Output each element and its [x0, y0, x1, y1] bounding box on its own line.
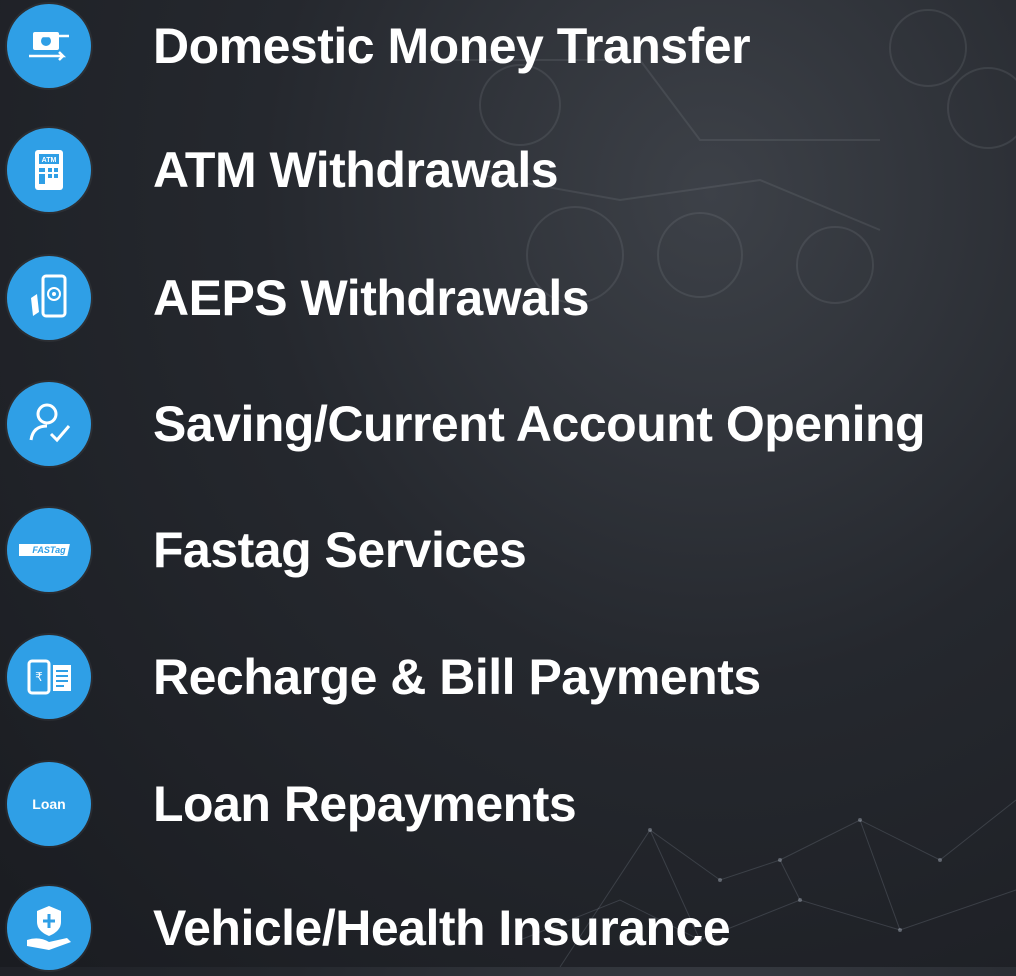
insurance-shield-hand-icon — [7, 886, 91, 970]
service-row-account-opening: Saving/Current Account Opening — [0, 382, 1016, 472]
service-label: Domestic Money Transfer — [153, 18, 751, 74]
fastag-icon-text: FASTag — [32, 545, 66, 555]
svg-text:₹: ₹ — [35, 670, 43, 684]
atm-icon-text: ATM — [42, 157, 57, 164]
service-label: Vehicle/Health Insurance — [153, 900, 731, 956]
service-row-loan: Loan Loan Repayments — [0, 762, 1016, 852]
loan-icon-text: Loan — [32, 796, 65, 812]
user-check-icon — [7, 382, 91, 466]
service-label: ATM Withdrawals — [153, 142, 559, 198]
service-row-insurance: Vehicle/Health Insurance — [0, 886, 1016, 976]
service-row-fastag: FASTag Fastag Services — [0, 508, 1016, 598]
service-label: Loan Repayments — [153, 776, 577, 832]
service-label: Saving/Current Account Opening — [153, 396, 926, 452]
service-label: Recharge & Bill Payments — [153, 649, 761, 705]
service-row-aeps: AEPS Withdrawals — [0, 256, 1016, 346]
phone-bill-icon: ₹ — [7, 635, 91, 719]
loan-icon: Loan — [7, 762, 91, 846]
service-row-atm: ATM ATM Withdrawals — [0, 128, 1016, 218]
service-label: Fastag Services — [153, 522, 527, 578]
service-row-money-transfer: Domestic Money Transfer — [0, 4, 1016, 94]
service-label: AEPS Withdrawals — [153, 270, 590, 326]
atm-icon: ATM — [7, 128, 91, 212]
money-transfer-icon — [7, 4, 91, 88]
fastag-icon: FASTag — [7, 508, 91, 592]
service-row-recharge: ₹ Recharge & Bill Payments — [0, 635, 1016, 725]
services-list: Domestic Money Transfer ATM ATM Withdraw… — [0, 0, 1016, 970]
fingerprint-phone-icon — [7, 256, 91, 340]
